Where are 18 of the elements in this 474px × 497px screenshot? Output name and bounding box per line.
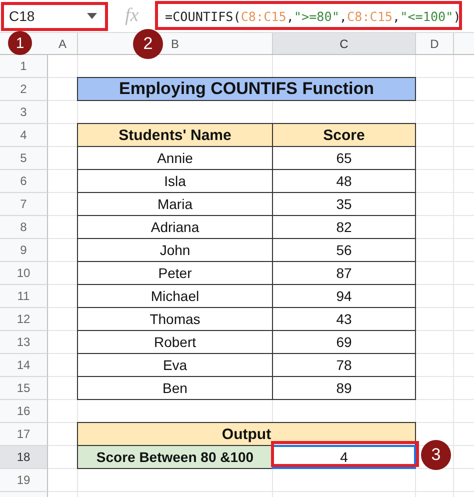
step-badge: 3 bbox=[421, 440, 451, 470]
column-header[interactable]: A bbox=[48, 33, 78, 54]
row-header[interactable]: 18 bbox=[0, 446, 48, 469]
table-cell: Students' Name bbox=[77, 123, 273, 147]
table-cell: Score Between 80 &100 bbox=[77, 445, 273, 469]
column-header[interactable]: C bbox=[273, 33, 416, 54]
step-badge: 2 bbox=[133, 29, 163, 59]
table-cell: 89 bbox=[272, 376, 416, 400]
table-cell[interactable]: 4 bbox=[272, 445, 416, 469]
title-cell: Employing COUNTIFS Function bbox=[77, 77, 416, 101]
table-cell: Output bbox=[77, 422, 416, 446]
table-cell: Score bbox=[272, 123, 416, 147]
name-box[interactable]: C18 bbox=[3, 3, 103, 29]
fx-label: fx bbox=[125, 5, 140, 27]
table-cell: Ben bbox=[77, 376, 273, 400]
column-header[interactable]: D bbox=[416, 33, 454, 54]
caret-icon bbox=[87, 13, 97, 19]
formula-field[interactable]: =COUNTIFS(C8:C15,">=80",C8:C15,"<=100") bbox=[159, 3, 474, 29]
